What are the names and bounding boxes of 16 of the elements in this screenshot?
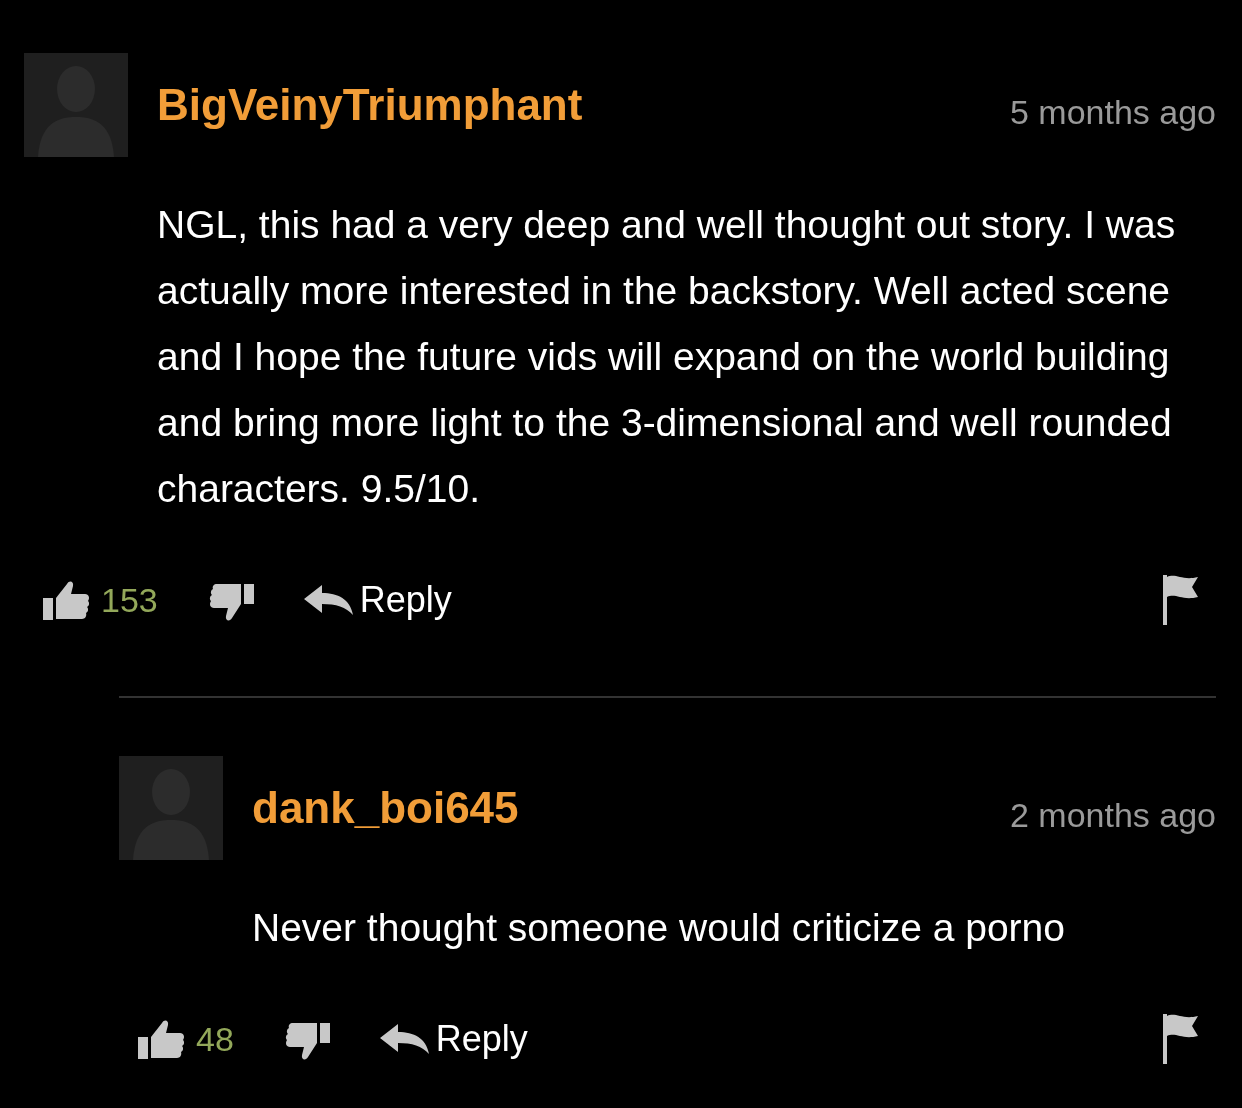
username[interactable]: dank_boi645 — [252, 775, 1010, 841]
avatar-icon — [119, 756, 223, 860]
flag-icon[interactable] — [1162, 573, 1200, 627]
username[interactable]: BigVeinyTriumphant — [157, 72, 1010, 138]
flag-icon[interactable] — [1162, 1012, 1200, 1066]
reply-arrow-icon — [303, 583, 354, 617]
like-count: 153 — [101, 579, 158, 621]
reply-arrow-icon — [379, 1022, 430, 1056]
timestamp: 2 months ago — [1009, 795, 1216, 836]
timestamp: 5 months ago — [1009, 92, 1216, 133]
comment-text: Never thought someone would criticize a porno — [252, 905, 1066, 951]
comment-text: NGL, this had a very deep and well thought out story. I was actually more interested in the backstory. Well acted scene and I hope the future vids will expand on the world building and bring more light to the 3-dimensional and well rounded characters. 9.5/10. — [157, 202, 1177, 512]
like-count: 48 — [196, 1018, 234, 1060]
reply-button[interactable]: Reply — [303, 573, 452, 627]
reply-button[interactable]: Reply — [379, 1012, 528, 1066]
avatar-icon — [24, 53, 128, 157]
